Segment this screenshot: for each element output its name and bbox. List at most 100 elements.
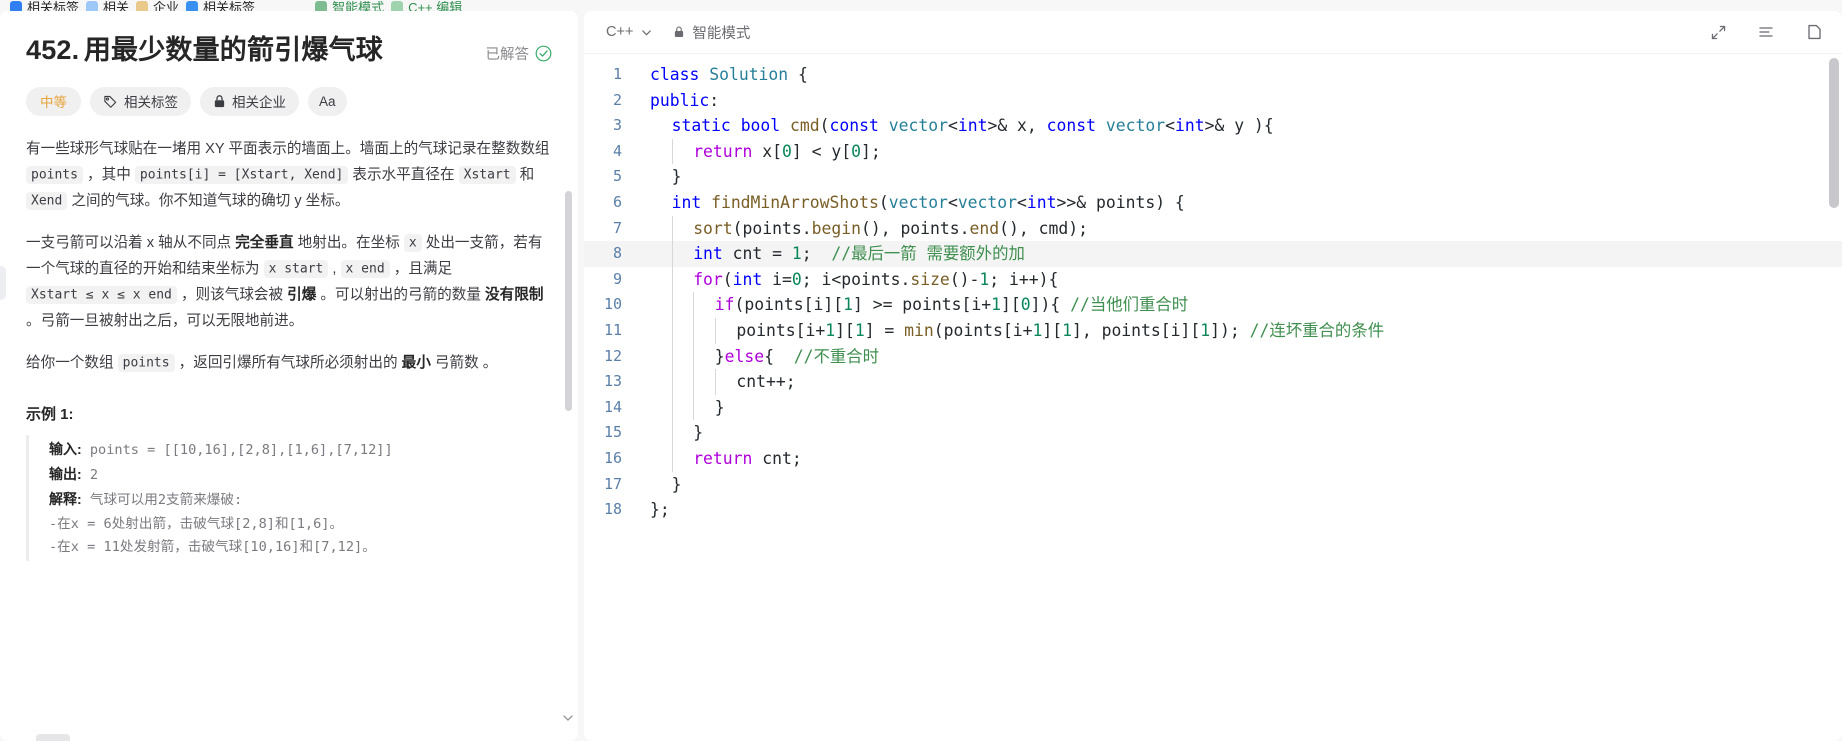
related-companies-chip[interactable]: 相关企业 — [200, 86, 299, 116]
code-token: (), cmd); — [999, 218, 1088, 238]
tab-favicon-icon — [391, 1, 404, 11]
indent-guide — [671, 394, 694, 421]
line-number: 14 — [603, 397, 622, 416]
code-line[interactable]: 15} — [584, 420, 1842, 446]
code-line[interactable]: 4 return x[0] < y[0]; — [584, 138, 1842, 165]
code-token: < — [947, 116, 958, 136]
code-token: i= — [762, 269, 792, 289]
browser-tab[interactable]: 企业 — [136, 0, 179, 11]
editor-scrollbar-thumb[interactable] — [1829, 58, 1839, 208]
code-token: ][ — [1001, 295, 1021, 315]
problem-description-panel: 452. 用最少数量的箭引爆气球 已解答 中等 相关标签 相关企业 Aa 有一些… — [0, 11, 578, 741]
tab-favicon-icon — [10, 1, 22, 11]
code-line-content[interactable]: public: — [636, 88, 1842, 114]
code-lines[interactable]: 1 class Solution {2 public: 3 static bool cm… — [584, 62, 1842, 741]
code-token: } — [671, 167, 682, 187]
code-token: < — [947, 192, 958, 212]
expand-icon[interactable] — [1704, 18, 1732, 46]
code-line-content[interactable]: points[i+1][1] = min(points[i+1][1], poi… — [636, 317, 1842, 344]
browser-tab[interactable]: 智能模式 — [315, 0, 384, 11]
browser-tab[interactable]: 相关标签 — [186, 0, 255, 11]
code-line-content[interactable]: static bool cmd(const vector<int>& x, co… — [636, 113, 1842, 139]
browser-tab-strip[interactable]: 相关标签 相关 企业 相关标签 智能模式 C++ 编辑 — [0, 0, 1842, 11]
example-line: -在x = 11处发射箭，击破气球[10,16]和[7,12]。 — [49, 536, 552, 559]
code-line-content[interactable]: }else{ //不重合时 — [636, 343, 1842, 370]
code-line[interactable]: 7 sort(points.begin(), points.end(), cmd)… — [584, 215, 1842, 242]
code-line-content[interactable]: } — [636, 420, 1842, 446]
panel-bottom-nub[interactable] — [36, 734, 70, 741]
code-line[interactable]: 3 static bool cmd(const vector<int>& x, c… — [584, 113, 1842, 139]
code-line[interactable]: 12}else{ //不重合时 — [584, 343, 1842, 370]
code-token: cnt++; — [736, 372, 796, 392]
code-line[interactable]: 14} — [584, 394, 1842, 421]
code-line-content[interactable]: return cnt; — [636, 445, 1842, 472]
code-line-content[interactable]: if(points[i][1] >= points[i+1][0]){ //当他… — [636, 292, 1842, 318]
related-tags-chip[interactable]: 相关标签 — [90, 86, 191, 116]
tab-favicon-icon — [136, 1, 149, 11]
code-line-content[interactable]: } — [636, 164, 1842, 190]
problem-scroll-container[interactable]: 452. 用最少数量的箭引爆气球 已解答 中等 相关标签 相关企业 Aa 有一些… — [0, 11, 578, 741]
code-token: ]){ — [1030, 295, 1071, 315]
scroll-down-icon[interactable] — [561, 711, 575, 725]
left-scrollbar-thumb[interactable] — [565, 191, 572, 411]
code-line[interactable]: 11 points[i+1][1] = min(points[i+1][1], p… — [584, 317, 1842, 344]
code-token: ], points[i][ — [1071, 320, 1201, 340]
difficulty-chip[interactable]: 中等 — [26, 86, 81, 116]
code-line-content[interactable]: cnt++; — [636, 369, 1842, 395]
indent-guide — [671, 343, 694, 370]
code-token: int — [693, 244, 723, 264]
tab-strip-left[interactable]: 相关标签 相关 企业 相关标签 — [0, 0, 265, 11]
code-line-content[interactable]: class Solution { — [636, 62, 1842, 88]
code-line[interactable]: 2 public: — [584, 88, 1842, 114]
indent-guide — [693, 394, 715, 421]
code-line[interactable]: 1 class Solution { — [584, 62, 1842, 88]
indent-guide — [650, 344, 672, 370]
indent-guide — [650, 369, 672, 395]
smart-mode-toggle[interactable]: 智能模式 — [673, 22, 750, 43]
paragraph-text: ，返回引爆所有气球所必须射出的 — [174, 354, 402, 371]
code-line-content[interactable]: }; — [636, 497, 1842, 523]
line-number: 18 — [603, 500, 622, 519]
code-line-content[interactable]: int cnt = 1; //最后一箭 需要额外的加 — [636, 241, 1842, 267]
language-selector[interactable]: C++ — [606, 24, 653, 40]
code-line[interactable]: 17} — [584, 472, 1842, 498]
browser-tab[interactable]: 相关标签 — [10, 0, 79, 11]
code-token: cnt; — [752, 448, 802, 468]
tab-strip-right[interactable]: 智能模式 C++ 编辑 — [305, 0, 472, 11]
code-token: { — [788, 65, 808, 84]
code-token: ( — [722, 269, 733, 289]
indent-guide — [714, 369, 737, 395]
code-line-content[interactable]: } — [636, 472, 1842, 498]
code-line[interactable]: 9 for(int i=0; i<points.size()-1; i++){ — [584, 266, 1842, 293]
code-line[interactable]: 5} — [584, 164, 1842, 190]
tab-label: 相关标签 — [203, 1, 256, 11]
code-editor-area[interactable]: 1 class Solution {2 public: 3 static bool cm… — [584, 54, 1842, 741]
code-line[interactable]: 6 int findMinArrowShots(vector<vector<int… — [584, 190, 1842, 216]
browser-tab[interactable]: C++ 编辑 — [391, 0, 462, 11]
code-line[interactable]: 13 cnt++; — [584, 369, 1842, 395]
notes-icon[interactable] — [1800, 18, 1828, 46]
code-line-content[interactable]: } — [636, 394, 1842, 421]
code-line-content[interactable]: return x[0] < y[0]; — [636, 138, 1842, 165]
format-icon[interactable] — [1752, 18, 1780, 46]
indent-guide — [650, 318, 672, 344]
code-line[interactable]: 16 return cnt; — [584, 445, 1842, 472]
code-token: ]; — [860, 141, 881, 161]
problem-title-row: 452. 用最少数量的箭引爆气球 已解答 — [26, 33, 552, 68]
code-token: if — [714, 295, 735, 315]
code-line[interactable]: 10 if(points[i][1] >= points[i+1][0]){ //… — [584, 292, 1842, 318]
font-size-chip[interactable]: Aa — [308, 86, 347, 116]
code-token: ()- — [949, 269, 980, 289]
code-line-content[interactable]: sort(points.begin(), points.end(), cmd); — [636, 215, 1842, 242]
browser-tab[interactable]: 相关 — [86, 0, 129, 11]
indent-guide — [671, 266, 694, 293]
code-line-content[interactable]: for(int i=0; i<points.size()-1; i++){ — [636, 266, 1842, 293]
code-line-content[interactable]: int findMinArrowShots(vector<vector<int>… — [636, 190, 1842, 216]
code-token: //当他们重合时 — [1070, 295, 1189, 315]
inline-code: Xstart ≤ x ≤ x end — [26, 286, 177, 305]
code-line[interactable]: 18}; — [584, 497, 1842, 523]
panel-drag-handle[interactable] — [0, 266, 6, 300]
code-line[interactable]: 8 int cnt = 1; //最后一箭 需要额外的加 — [584, 241, 1842, 267]
code-token: ; i<points. — [801, 269, 911, 289]
